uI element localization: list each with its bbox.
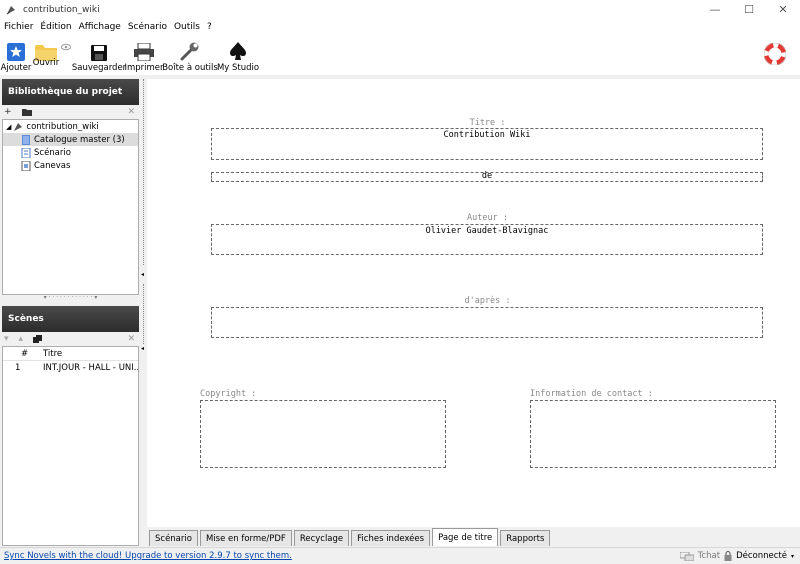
chat-label[interactable]: Tchat (698, 551, 720, 561)
table-row[interactable]: 1 INT.JOUR - HALL - UNI... (3, 361, 138, 375)
spade-icon (230, 42, 246, 60)
library-header: Bibliothèque du projet (2, 79, 139, 105)
scenes-title: Scènes (8, 314, 44, 324)
tree-root-label: contribution_wiki (26, 121, 99, 132)
delete-item-icon[interactable]: ✕ (127, 107, 135, 117)
by-field[interactable]: de (211, 172, 763, 182)
tab-index-cards[interactable]: Fiches indexées (351, 530, 431, 546)
tree-item-label: Catalogue master (3) (34, 134, 125, 145)
toolbox-button[interactable]: Boîte à outils (162, 35, 218, 75)
library-tree: ◢ contribution_wiki Catalogue master (3)… (2, 119, 139, 295)
close-button[interactable]: ✕ (766, 0, 800, 19)
title-field-label: Titre : (469, 118, 506, 128)
tab-scenario[interactable]: Scénario (149, 530, 198, 546)
title-field[interactable]: Contribution Wiki (211, 128, 763, 160)
based-on-field[interactable] (211, 307, 763, 338)
scene-number: 1 (15, 363, 21, 373)
scenes-header: Scènes (2, 306, 139, 332)
my-studio-button[interactable]: My Studio (216, 35, 260, 75)
library-title: Bibliothèque du projet (8, 87, 123, 97)
add-label: Ajouter (0, 63, 32, 73)
tab-reports[interactable]: Rapports (500, 530, 551, 546)
tree-item-label: Canevas (34, 160, 71, 171)
library-tools: + ✕ (0, 105, 141, 119)
collapse-arrow-icon[interactable]: ◂ (141, 345, 144, 352)
star-icon (7, 43, 25, 61)
tree-item-label: Scénario (34, 147, 71, 158)
library-resize-grip[interactable]: ▾ · · · · · · · · · · · · ▾ (0, 295, 141, 303)
maximize-button[interactable]: ☐ (732, 0, 766, 19)
open-button[interactable]: Ouvrir (32, 35, 60, 75)
author-field[interactable]: Olivier Gaudet-Blavignac (211, 224, 763, 255)
window-titlebar: contribution_wiki — ☐ ✕ (0, 0, 800, 19)
tree-root[interactable]: ◢ contribution_wiki (3, 120, 138, 133)
contact-field[interactable] (530, 400, 776, 468)
copyright-field[interactable] (200, 400, 446, 468)
scenes-table: # Titre 1 INT.JOUR - HALL - UNI... (2, 346, 139, 546)
scene-title: INT.JOUR - HALL - UNI... (43, 363, 138, 373)
printer-icon (134, 43, 154, 61)
menu-bar: Fichier Édition Affichage Scénario Outil… (0, 19, 800, 35)
minimize-button[interactable]: — (698, 0, 732, 19)
scenes-tools: ▾ ▴ ✕ (0, 332, 141, 346)
move-up-icon[interactable]: ▴ (19, 334, 24, 344)
sync-upgrade-link[interactable]: Sync Novels with the cloud! Upgrade to v… (4, 551, 292, 561)
my-studio-label: My Studio (216, 63, 260, 73)
tree-item-catalogue[interactable]: Catalogue master (3) (3, 133, 138, 146)
connection-dropdown-icon[interactable]: ▾ (791, 553, 794, 560)
delete-scene-icon[interactable]: ✕ (127, 334, 135, 344)
collapse-arrow-icon[interactable]: ◂ (141, 271, 144, 278)
based-on-field-label: d'après : (464, 296, 511, 306)
window-title: contribution_wiki (23, 4, 100, 15)
add-item-icon[interactable]: + (4, 107, 12, 117)
save-button[interactable]: Sauvegarder (72, 35, 126, 75)
help-lifebuoy-icon[interactable] (764, 43, 786, 65)
scenes-table-header: # Titre (3, 347, 138, 361)
copyright-field-label: Copyright : (200, 389, 257, 399)
left-sidebar: Bibliothèque du projet + ✕ ◢ contributio… (0, 79, 141, 547)
project-icon (14, 122, 23, 131)
title-page-editor: Titre : Contribution Wiki de Auteur : Ol… (147, 79, 800, 527)
tab-recycling[interactable]: Recyclage (293, 530, 350, 546)
chat-icon (679, 551, 694, 561)
lock-icon (724, 551, 732, 561)
col-title[interactable]: Titre (43, 349, 138, 359)
new-folder-icon[interactable] (21, 108, 32, 116)
menu-edition[interactable]: Édition (40, 22, 71, 32)
view-toggle[interactable] (60, 43, 72, 83)
tab-formatting-pdf[interactable]: Mise en forme/PDF (199, 530, 292, 546)
contact-field-label: Information de contact : (530, 389, 653, 399)
scenes-panel: Scènes ▾ ▴ ✕ # Titre 1 INT.JOUR - HALL -… (0, 306, 141, 546)
col-number[interactable]: # (17, 349, 43, 359)
open-label: Ouvrir (32, 58, 60, 68)
menu-scenario[interactable]: Scénario (128, 22, 167, 32)
app-icon (6, 5, 15, 14)
toolbox-label: Boîte à outils (162, 63, 218, 73)
editor-tabs: Scénario Mise en forme/PDF Recyclage Fic… (147, 527, 800, 546)
add-button[interactable]: Ajouter (0, 35, 32, 75)
save-label: Sauvegarder (71, 63, 127, 73)
print-button[interactable]: Imprimer (124, 35, 164, 75)
menu-help[interactable]: ? (207, 22, 212, 32)
tree-item-scenario[interactable]: Scénario (3, 146, 138, 159)
connection-status[interactable]: Déconnecté (736, 551, 787, 561)
menu-fichier[interactable]: Fichier (4, 22, 33, 32)
catalogue-icon (22, 134, 30, 145)
eye-icon (61, 43, 71, 51)
duplicate-icon[interactable] (33, 335, 43, 343)
menu-outils[interactable]: Outils (174, 22, 200, 32)
author-field-label: Auteur : (467, 213, 508, 223)
floppy-icon (91, 45, 107, 61)
move-down-icon[interactable]: ▾ (4, 334, 9, 344)
print-label: Imprimer (124, 63, 164, 73)
expand-arrow-icon[interactable]: ◢ (6, 123, 11, 131)
wrench-icon (180, 42, 199, 61)
tab-title-page[interactable]: Page de titre (432, 528, 499, 546)
status-bar: Sync Novels with the cloud! Upgrade to v… (0, 547, 800, 564)
script-icon (21, 147, 31, 158)
tree-item-canevas[interactable]: Canevas (3, 159, 138, 172)
canvas-icon (21, 160, 31, 171)
toolbar: Ajouter Ouvrir Sauvegarder Imprimer Boît… (0, 35, 800, 75)
menu-affichage[interactable]: Affichage (79, 22, 121, 32)
